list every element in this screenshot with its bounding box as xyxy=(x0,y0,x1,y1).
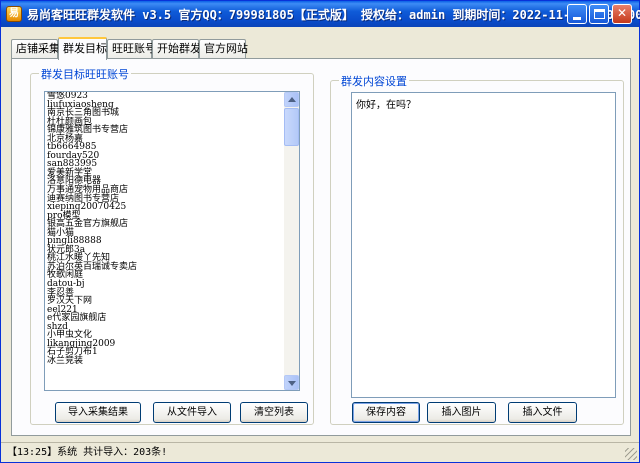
import-file-button[interactable]: 从文件导入 xyxy=(153,402,231,423)
tab-targets[interactable]: 群发目标 xyxy=(58,37,107,60)
target-list-item[interactable]: xieping20070425 xyxy=(47,203,283,212)
scroll-up-button[interactable] xyxy=(284,92,299,107)
tab-accounts[interactable]: 旺旺账号 xyxy=(107,39,156,59)
status-text: 【13:25】系统 共计导入：203条! xyxy=(7,447,168,458)
import-collected-button[interactable]: 导入采集结果 xyxy=(55,402,141,423)
content-group-label: 群发内容设置 xyxy=(339,73,409,89)
targets-group: 群发目标旺旺账号 雪悠0923 liufuxiaosheng 南京长三角图书城 杜杜颜… xyxy=(30,66,314,425)
tab-shop-collect[interactable]: 店铺采集 xyxy=(11,39,60,59)
maximize-icon xyxy=(594,9,605,19)
message-text: 你好，在吗？ xyxy=(356,100,416,111)
clear-list-button[interactable]: 清空列表 xyxy=(240,402,308,423)
app-logo-icon: 易 xyxy=(6,6,22,22)
window-title: 易尚客旺旺群发软件 v3.5 官方QQ：799981805【正式版】 授权给：a… xyxy=(27,8,640,22)
close-icon: ✕ xyxy=(616,6,628,20)
target-list-item[interactable]: e代家园旗舰店 xyxy=(47,314,283,323)
target-list-item[interactable]: 罗汉天下网 xyxy=(47,297,283,306)
targets-scrollbar[interactable] xyxy=(284,92,299,390)
title-bar[interactable]: 易 易尚客旺旺群发软件 v3.5 官方QQ：799981805【正式版】 授权给… xyxy=(1,1,640,27)
status-bar: 【13:25】系统 共计导入：203条! xyxy=(1,442,639,462)
target-list-item[interactable]: 银高五金官方旗舰店 xyxy=(47,220,283,229)
tab-panel-targets: 群发目标旺旺账号 雪悠0923 liufuxiaosheng 南京长三角图书城 杜杜颜… xyxy=(11,58,631,436)
tab-start-send[interactable]: 开始群发 xyxy=(152,39,201,59)
close-button[interactable]: ✕ xyxy=(612,4,632,24)
target-list-item[interactable]: 冰兰竞装 xyxy=(47,357,283,366)
targets-list: 雪悠0923 liufuxiaosheng 南京长三角图书城 杜杜颜画包 锦康雅筑图书专… xyxy=(47,92,283,390)
insert-file-button[interactable]: 插入文件 xyxy=(508,402,577,423)
targets-group-label: 群发目标旺旺账号 xyxy=(39,66,131,82)
message-textarea[interactable]: 你好，在吗？ xyxy=(351,92,616,398)
target-list-item[interactable]: datou-bj xyxy=(47,280,283,289)
scroll-down-button[interactable] xyxy=(284,375,299,390)
arrow-up-icon xyxy=(288,97,296,102)
main-window: 易 易尚客旺旺群发软件 v3.5 官方QQ：799981805【正式版】 授权给… xyxy=(0,0,640,463)
arrow-down-icon xyxy=(288,381,296,386)
insert-image-button[interactable]: 插入图片 xyxy=(427,402,496,423)
scroll-thumb[interactable] xyxy=(284,108,299,146)
tab-official-site[interactable]: 官方网站 xyxy=(199,39,248,59)
maximize-button[interactable] xyxy=(589,4,609,24)
save-content-button[interactable]: 保存内容 xyxy=(352,402,420,423)
resize-grip[interactable] xyxy=(625,448,637,460)
minimize-icon xyxy=(573,17,581,20)
minimize-button[interactable] xyxy=(567,4,587,24)
targets-listbox[interactable]: 雪悠0923 liufuxiaosheng 南京长三角图书城 杜杜颜画包 锦康雅筑图书专… xyxy=(44,91,300,391)
content-group: 群发内容设置 你好，在吗？ 保存内容 插入图片 插入文件 xyxy=(330,73,624,425)
